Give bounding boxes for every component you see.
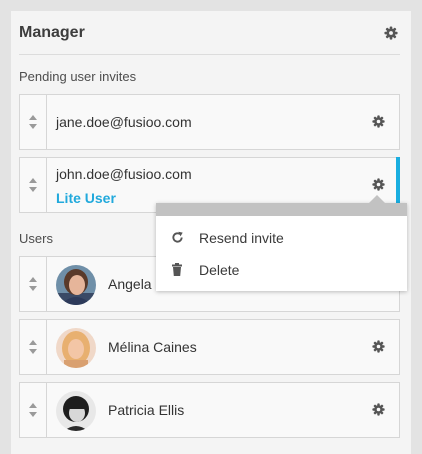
- drag-handle[interactable]: [20, 95, 47, 149]
- gear-icon[interactable]: [372, 115, 385, 128]
- user-card: Patricia Ellis: [19, 382, 400, 438]
- user-name: Patricia Ellis: [108, 402, 185, 418]
- avatar: [56, 391, 96, 431]
- gear-icon[interactable]: [384, 26, 398, 40]
- invite-email: john.doe@fusioo.com: [56, 166, 192, 182]
- invite-card: jane.doe@fusioo.com: [19, 94, 400, 150]
- drag-handle[interactable]: [20, 158, 47, 212]
- menu-item-delete[interactable]: Delete: [156, 255, 407, 285]
- panel-title: Manager: [19, 24, 85, 41]
- user-name: Mélina Caines: [108, 339, 197, 355]
- invite-actions-menu: Resend invite Delete: [156, 195, 407, 291]
- role-label: Lite User: [56, 190, 116, 206]
- avatar: [56, 265, 96, 305]
- gear-icon[interactable]: [372, 178, 385, 191]
- refresh-icon: [172, 231, 183, 243]
- gear-icon[interactable]: [372, 403, 385, 416]
- invite-email: jane.doe@fusioo.com: [56, 114, 192, 130]
- menu-item-label: Resend invite: [199, 230, 284, 246]
- pending-invites-label: Pending user invites: [19, 69, 137, 84]
- gear-icon[interactable]: [372, 340, 385, 353]
- sort-icon: [29, 340, 37, 354]
- sort-icon: [29, 115, 37, 129]
- menu-item-label: Delete: [199, 262, 240, 278]
- menu-caret: [369, 195, 385, 203]
- users-label: Users: [19, 231, 53, 246]
- drag-handle[interactable]: [20, 320, 47, 374]
- sort-icon: [29, 277, 37, 291]
- trash-icon: [172, 263, 182, 276]
- menu-header: [156, 203, 407, 216]
- avatar: [56, 328, 96, 368]
- panel-header: Manager: [19, 11, 400, 55]
- sort-icon: [29, 403, 37, 417]
- user-card: Mélina Caines: [19, 319, 400, 375]
- drag-handle[interactable]: [20, 383, 47, 437]
- drag-handle[interactable]: [20, 257, 47, 311]
- menu-item-resend-invite[interactable]: Resend invite: [156, 223, 407, 253]
- sort-icon: [29, 178, 37, 192]
